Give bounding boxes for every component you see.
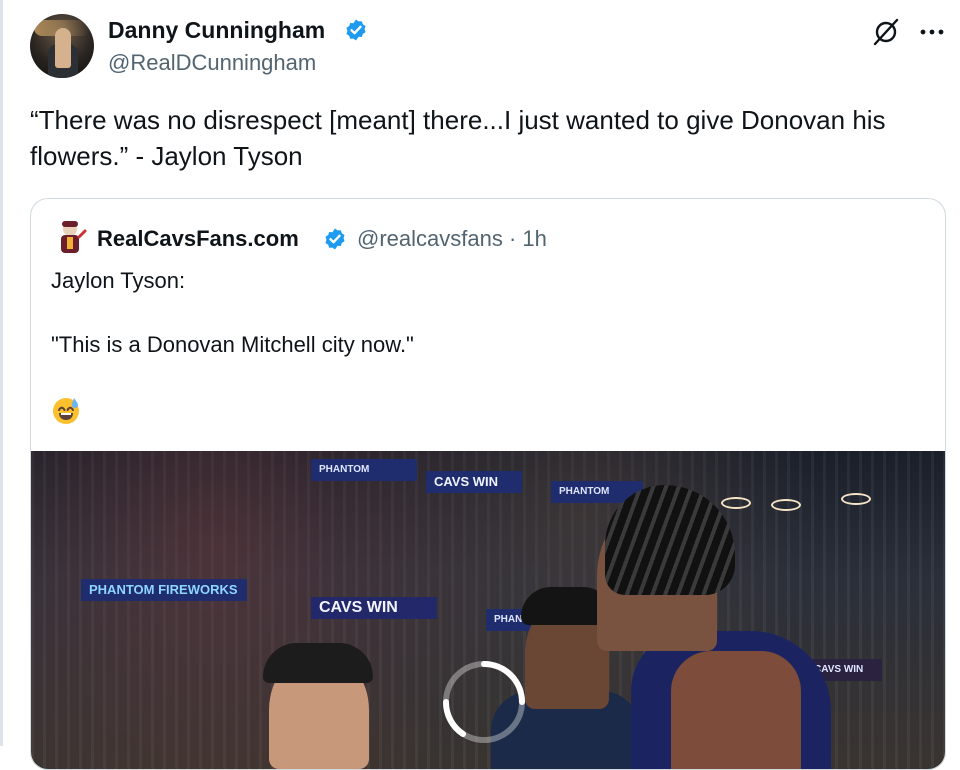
author-display-name[interactable]: Danny Cunningham [108, 16, 325, 44]
avatar-figure [55, 28, 71, 68]
loading-spinner-icon [442, 661, 525, 743]
player-jersey [671, 651, 801, 769]
tweet-text: “There was no disrespect [meant] there..… [30, 105, 886, 171]
arena-banner: CAVS WIN [426, 471, 522, 493]
timeline-left-border [0, 0, 3, 746]
quoted-media-image[interactable]: PHANTOM CAVS WIN PHANTOM PHANTOM FIREWOR… [31, 451, 945, 769]
author-avatar[interactable] [30, 14, 94, 78]
author-handle[interactable]: @RealDCunningham [108, 50, 316, 76]
quoted-tweet-text: Jaylon Tyson: "This is a Donovan Mitchel… [51, 265, 414, 361]
verified-badge-icon [325, 228, 345, 250]
arena-light [841, 493, 871, 505]
arena-banner: PHANTOM [311, 459, 417, 481]
arena-light [771, 499, 801, 511]
quoted-line-1: Jaylon Tyson: [51, 268, 186, 293]
arena-banner: PHANTOM FIREWORKS [81, 579, 247, 601]
quoted-tweet-card[interactable]: RealCavsFans.com @realcavsfans · 1h Jayl… [30, 198, 946, 770]
more-icon[interactable] [918, 16, 946, 48]
quoted-handle-time[interactable]: @realcavsfans · 1h [357, 225, 547, 253]
grok-icon[interactable] [870, 16, 902, 48]
quoted-line-2: "This is a Donovan Mitchell city now." [51, 332, 414, 357]
quoted-display-name[interactable]: RealCavsFans.com [97, 225, 299, 253]
quoted-author-avatar[interactable] [53, 219, 87, 257]
referee-hair [263, 643, 373, 683]
sweat-smile-emoji-icon [53, 398, 79, 424]
arena-banner: CAVS WIN [311, 597, 437, 619]
arena-light [721, 497, 751, 509]
verified-badge-icon [346, 19, 366, 41]
